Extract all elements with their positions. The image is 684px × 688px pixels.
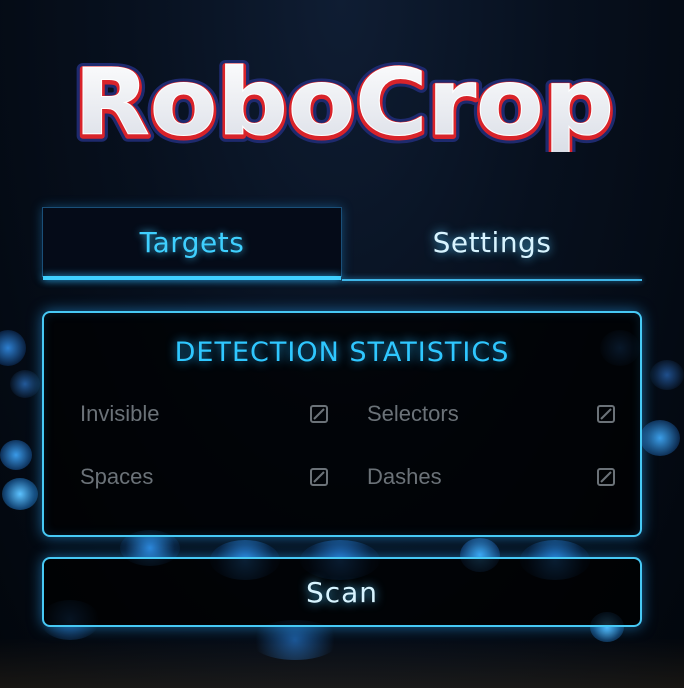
tab-settings[interactable]: Settings xyxy=(342,207,642,277)
stat-dashes: Dashes xyxy=(367,462,617,492)
stat-spaces: Spaces xyxy=(80,462,330,492)
stat-label: Invisible xyxy=(80,401,160,426)
slashed-square-icon xyxy=(597,405,615,423)
slashed-square-icon xyxy=(597,468,615,486)
robocrop-logo: RoboCrop RoboCrop RoboCrop xyxy=(68,48,620,152)
tab-targets[interactable]: Targets xyxy=(42,207,342,280)
stat-label: Spaces xyxy=(80,464,154,489)
slashed-square-icon xyxy=(310,468,328,486)
svg-text:RoboCrop: RoboCrop xyxy=(74,49,614,152)
stat-label: Dashes xyxy=(367,464,442,489)
scan-button[interactable]: Scan xyxy=(42,557,642,627)
tab-divider-line xyxy=(342,279,642,281)
detection-statistics-panel: DETECTION STATISTICS Invisible Selectors… xyxy=(42,311,642,537)
slashed-square-icon xyxy=(310,405,328,423)
tab-bar: Targets Settings xyxy=(42,207,642,281)
stat-selectors: Selectors xyxy=(367,399,617,429)
logo-artwork: RoboCrop RoboCrop RoboCrop xyxy=(68,48,620,152)
stat-label: Selectors xyxy=(367,401,459,426)
panel-title: DETECTION STATISTICS xyxy=(174,337,510,368)
stat-invisible: Invisible xyxy=(80,399,330,429)
